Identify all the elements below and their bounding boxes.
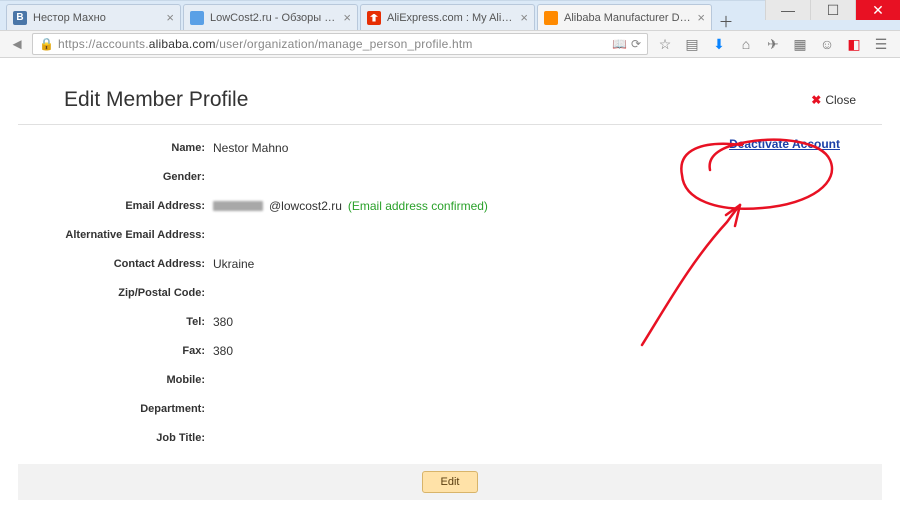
downloads-icon[interactable]: ⬇ — [706, 33, 732, 55]
field-label: Tel: — [18, 316, 213, 328]
field-label: Name: — [18, 142, 213, 154]
field-alt-email: Alternative Email Address: — [18, 220, 882, 249]
browser-tab[interactable]: LowCost2.ru - Обзоры тов… × — [183, 4, 358, 30]
field-zip: Zip/Postal Code: — [18, 278, 882, 307]
lowcost-icon — [190, 11, 204, 25]
field-value: @lowcost2.ru (Email address confirmed) — [213, 199, 488, 213]
bookmarks-icon[interactable]: ▤ — [679, 33, 705, 55]
aliexpress-icon — [367, 11, 381, 25]
close-icon: ✖ — [811, 93, 821, 107]
tab-label: Alibaba Manufacturer Dire… — [564, 12, 691, 24]
field-value: 380 — [213, 315, 233, 329]
field-mobile: Mobile: — [18, 365, 882, 394]
bookmark-star-icon[interactable]: ☆ — [652, 33, 678, 55]
back-button[interactable]: ◄ — [6, 33, 28, 55]
profile-area: Deactivate Account Name: Nestor Mahno Ge… — [18, 133, 882, 500]
alibaba-icon — [544, 11, 558, 25]
field-label: Department: — [18, 403, 213, 415]
tab-close-icon[interactable]: × — [697, 10, 705, 25]
field-label: Job Title: — [18, 432, 213, 444]
tab-label: Нестор Махно — [33, 12, 160, 24]
close-label: Close — [825, 93, 856, 107]
close-link[interactable]: ✖ Close — [811, 93, 856, 107]
field-job-title: Job Title: — [18, 423, 882, 452]
field-email: Email Address: @lowcost2.ru (Email addre… — [18, 191, 882, 220]
field-label: Alternative Email Address: — [18, 229, 213, 241]
deactivate-account-link[interactable]: Deactivate Account — [729, 137, 840, 151]
page-content: Edit Member Profile ✖ Close Deactivate A… — [0, 58, 900, 500]
field-value: Ukraine — [213, 257, 254, 271]
field-label: Email Address: — [18, 200, 213, 212]
url-text: https://accounts.alibaba.com/user/organi… — [58, 37, 608, 51]
tab-label: LowCost2.ru - Обзоры тов… — [210, 12, 337, 24]
vk-icon: B — [13, 11, 27, 25]
field-contact-address: Contact Address: Ukraine — [18, 249, 882, 278]
reader-mode-icon[interactable]: 📖 — [612, 37, 627, 51]
edit-button[interactable]: Edit — [422, 471, 479, 493]
reload-icon[interactable]: ⟳ — [631, 37, 641, 51]
field-value: 380 — [213, 344, 233, 358]
field-gender: Gender: — [18, 162, 882, 191]
field-department: Department: — [18, 394, 882, 423]
page-title: Edit Member Profile — [64, 88, 248, 112]
field-value: Nestor Mahno — [213, 141, 288, 155]
window-controls: — ☐ ✕ — [765, 0, 900, 20]
field-label: Fax: — [18, 345, 213, 357]
address-bar[interactable]: 🔒 https://accounts.alibaba.com/user/orga… — [32, 33, 648, 55]
home-icon[interactable]: ⌂ — [733, 33, 759, 55]
send-icon[interactable]: ✈ — [760, 33, 786, 55]
email-confirmed-text: (Email address confirmed) — [348, 199, 488, 213]
cashback-icon[interactable]: ◧ — [841, 33, 867, 55]
window-maximize-button[interactable]: ☐ — [810, 0, 855, 20]
field-tel: Tel: 380 — [18, 307, 882, 336]
edit-bar: Edit — [18, 464, 882, 500]
tab-label: AliExpress.com : My AliExp… — [387, 12, 514, 24]
field-label: Contact Address: — [18, 258, 213, 270]
redacted-text — [213, 201, 263, 211]
divider — [18, 124, 882, 125]
smiley-icon[interactable]: ☺ — [814, 33, 840, 55]
field-label: Zip/Postal Code: — [18, 287, 213, 299]
page-header: Edit Member Profile ✖ Close — [18, 88, 882, 124]
browser-toolbar: ◄ 🔒 https://accounts.alibaba.com/user/or… — [0, 30, 900, 58]
toolbar-icons: ☆ ▤ ⬇ ⌂ ✈ ▦ ☺ ◧ ☰ — [652, 33, 894, 55]
lock-icon: 🔒 — [39, 37, 54, 51]
field-label: Gender: — [18, 171, 213, 183]
tab-close-icon[interactable]: × — [166, 10, 174, 25]
window-minimize-button[interactable]: — — [765, 0, 810, 20]
window-close-button[interactable]: ✕ — [855, 0, 900, 20]
extension-icon[interactable]: ▦ — [787, 33, 813, 55]
tab-close-icon[interactable]: × — [520, 10, 528, 25]
field-label: Mobile: — [18, 374, 213, 386]
tab-close-icon[interactable]: × — [343, 10, 351, 25]
browser-tab[interactable]: B Нестор Махно × — [6, 4, 181, 30]
menu-icon[interactable]: ☰ — [868, 33, 894, 55]
new-tab-button[interactable]: ＋ — [714, 12, 738, 30]
field-fax: Fax: 380 — [18, 336, 882, 365]
browser-tab-active[interactable]: Alibaba Manufacturer Dire… × — [537, 4, 712, 30]
browser-tab[interactable]: AliExpress.com : My AliExp… × — [360, 4, 535, 30]
